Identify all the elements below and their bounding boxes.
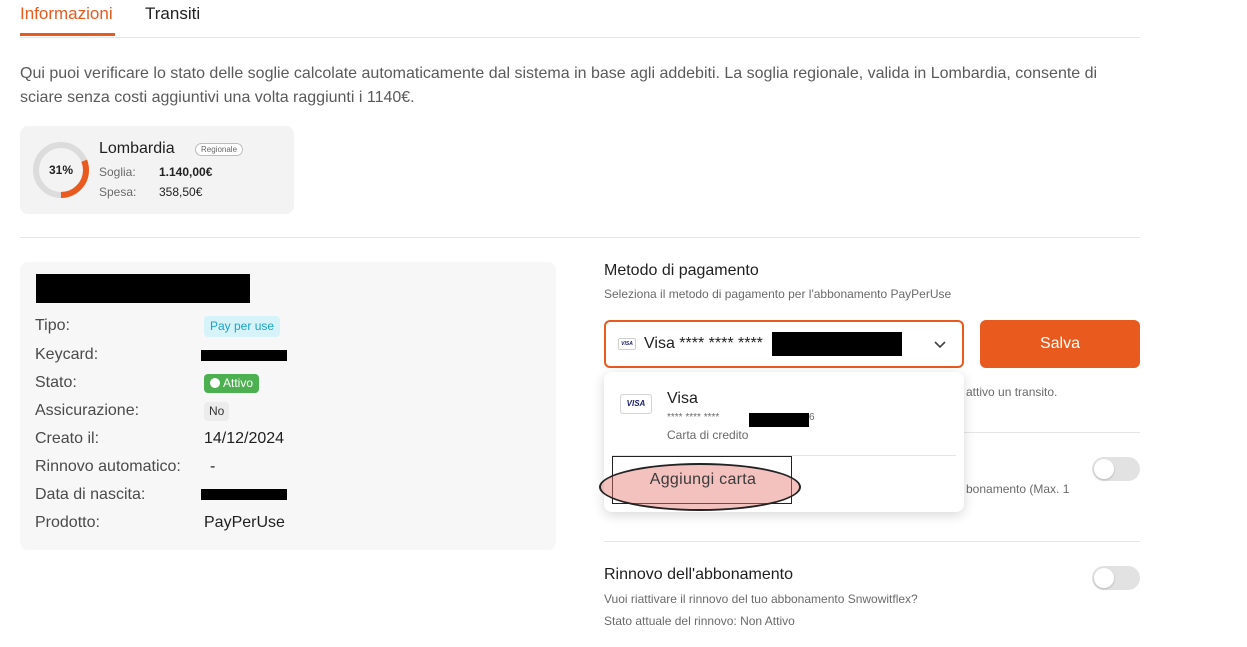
toggle-knob (1094, 459, 1114, 479)
redacted-name (36, 274, 250, 303)
payment-title: Metodo di pagamento (604, 262, 759, 279)
redacted-keycard (201, 350, 287, 361)
section-divider (604, 541, 1140, 542)
redacted-card-digits (772, 332, 902, 356)
add-card-label: Aggiungi carta (649, 471, 757, 488)
status-badge: Attivo (204, 374, 260, 393)
visa-card-icon: VISA (618, 338, 636, 350)
nascita-label: Data di nascita: (35, 486, 146, 503)
region-name: Lombardia (99, 140, 175, 157)
intro-text: Qui puoi verificare lo stato delle sogli… (20, 65, 1098, 106)
prodotto-label: Prodotto: (35, 514, 100, 531)
subscription-card: Tipo: Pay per use Keycard: Stato: Attivo… (20, 262, 556, 550)
payment-dropdown: VISA Visa **** **** **** 6 Carta di cred… (599, 372, 964, 512)
option-card-number: **** **** **** (667, 412, 720, 423)
add-card-button[interactable]: Aggiungi carta (599, 456, 801, 511)
renewal-question: Vuoi riattivare il rinnovo del tuo abbon… (604, 592, 918, 606)
option-toggle[interactable] (1092, 457, 1140, 481)
toggle-knob (1094, 568, 1114, 588)
creato-label: Creato il: (35, 430, 100, 447)
creato-value: 14/12/2024 (204, 430, 285, 447)
rinnovo-auto-value: - (210, 458, 216, 475)
threshold-card: 31% Lombardia Regionale Soglia: 1.140,00… (20, 126, 294, 214)
status-text: Attivo (223, 376, 254, 390)
tab-transiti[interactable]: Transiti (145, 4, 200, 24)
gauge-percent: 31% (48, 163, 74, 177)
keycard-label: Keycard: (35, 346, 99, 363)
chevron-down-icon (934, 341, 946, 349)
payment-method-select[interactable]: VISA Visa **** **** **** (604, 320, 964, 368)
soglia-value: 1.140,00€ (159, 165, 213, 179)
assicurazione-badge: No (204, 402, 230, 421)
renewal-title: Rinnovo dell'abbonamento (604, 566, 793, 583)
option-card-type: Carta di credito (667, 428, 749, 442)
spesa-value: 358,50€ (159, 185, 203, 199)
spesa-label: Spesa: (99, 185, 137, 199)
partial-info-text: attivo un transito. (966, 385, 1058, 399)
payment-subtitle: Seleziona il metodo di pagamento per l'a… (604, 287, 952, 301)
renewal-status: Stato attuale del rinnovo: Non Attivo (604, 614, 795, 628)
assicurazione-label: Assicurazione: (35, 402, 140, 419)
redacted-option-digits (749, 413, 809, 427)
renewal-toggle[interactable] (1092, 566, 1140, 590)
visa-card-icon: VISA (620, 394, 652, 414)
tipo-label: Tipo: (35, 317, 70, 334)
rinnovo-auto-label: Rinnovo automatico: (35, 458, 181, 475)
tab-bar: Informazioni Transiti (20, 0, 1140, 38)
option-card-name: Visa (667, 390, 698, 407)
option-card-suffix: 6 (809, 412, 815, 423)
tipo-badge: Pay per use (204, 316, 281, 337)
selected-card-text: Visa **** **** **** (644, 335, 763, 352)
tab-informazioni[interactable]: Informazioni (20, 4, 115, 36)
status-dot-icon (210, 378, 220, 388)
card-option[interactable]: VISA Visa **** **** **** 6 Carta di cred… (604, 372, 964, 452)
stato-label: Stato: (35, 374, 77, 391)
save-button[interactable]: Salva (980, 320, 1140, 368)
divider (20, 237, 1140, 238)
prodotto-value: PayPerUse (204, 514, 285, 531)
regional-badge: Regionale (195, 143, 244, 156)
partial-option-text: bonamento (Max. 1 (966, 482, 1070, 496)
redacted-birthdate (201, 489, 287, 500)
soglia-label: Soglia: (99, 165, 136, 179)
